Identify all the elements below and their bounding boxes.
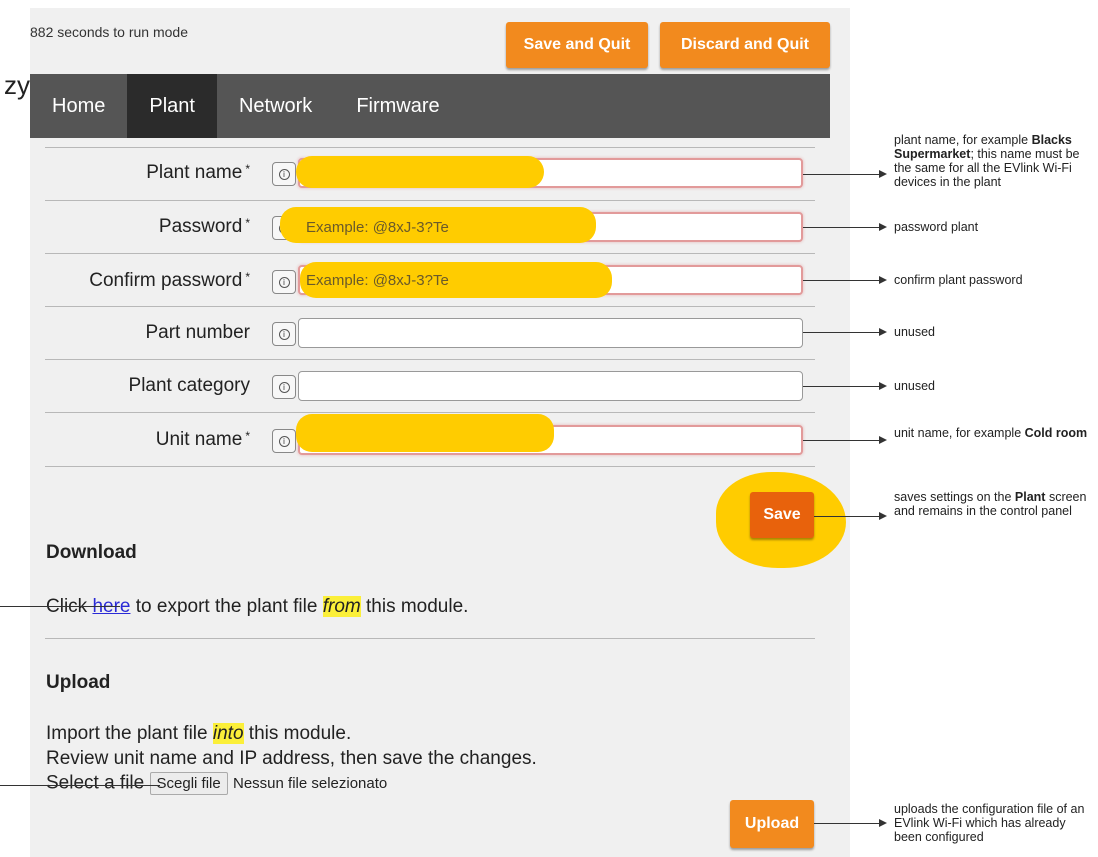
callout-upload: uploads the configuration file of an EVl… bbox=[894, 802, 1085, 844]
pointer-line bbox=[0, 606, 120, 607]
arrow-head-icon bbox=[879, 170, 887, 178]
plant-name-info-icon[interactable]: i bbox=[272, 162, 296, 186]
discard-and-quit-button[interactable]: Discard and Quit bbox=[660, 22, 830, 68]
callout-arrow bbox=[803, 174, 879, 175]
callout-confirm-password: confirm plant password bbox=[894, 273, 1023, 287]
select-file-row: Select a file Scegli file Nessun file se… bbox=[46, 772, 387, 795]
callout-unit-name: unit name, for example Cold room bbox=[894, 426, 1088, 440]
callout-arrow bbox=[814, 516, 879, 517]
tab-plant[interactable]: Plant bbox=[127, 74, 217, 138]
plant-category-label: Plant category bbox=[128, 375, 250, 396]
callout-arrow bbox=[803, 440, 879, 441]
divider bbox=[45, 253, 815, 254]
divider bbox=[45, 466, 815, 467]
part-number-input[interactable] bbox=[298, 318, 803, 348]
divider bbox=[45, 359, 815, 360]
confirm-password-info-icon[interactable]: i bbox=[272, 270, 296, 294]
divider bbox=[45, 306, 815, 307]
arrow-head-icon bbox=[879, 223, 887, 231]
download-text: Click here to export the plant file from… bbox=[46, 596, 469, 617]
arrow-head-icon bbox=[879, 819, 887, 827]
upload-heading: Upload bbox=[46, 672, 111, 693]
arrow-head-icon bbox=[879, 276, 887, 284]
choose-file-button[interactable]: Scegli file bbox=[149, 772, 228, 795]
callout-arrow bbox=[814, 823, 879, 824]
pointer-line bbox=[0, 785, 160, 786]
arrow-head-icon bbox=[879, 436, 887, 444]
save-button[interactable]: Save bbox=[750, 492, 814, 538]
callout-arrow bbox=[803, 332, 879, 333]
download-heading: Download bbox=[46, 542, 137, 563]
callout-arrow bbox=[803, 280, 879, 281]
divider bbox=[45, 147, 815, 148]
plant-category-info-icon[interactable]: i bbox=[272, 375, 296, 399]
plant-category-input[interactable] bbox=[298, 371, 803, 401]
password-label: Password * bbox=[158, 216, 250, 237]
upload-button[interactable]: Upload bbox=[730, 800, 814, 848]
divider bbox=[45, 200, 815, 201]
upload-text-line1: Import the plant file into this module. bbox=[46, 723, 352, 744]
arrow-head-icon bbox=[879, 328, 887, 336]
part-number-info-icon[interactable]: i bbox=[272, 322, 296, 346]
tab-home[interactable]: Home bbox=[30, 74, 127, 138]
upload-text-line2: Review unit name and IP address, then sa… bbox=[46, 748, 537, 769]
highlight-marker bbox=[296, 156, 544, 188]
tab-firmware[interactable]: Firmware bbox=[334, 74, 461, 138]
run-mode-countdown: 882 seconds to run mode bbox=[30, 24, 188, 40]
divider bbox=[45, 638, 815, 639]
callout-arrow bbox=[803, 227, 879, 228]
confirm-password-placeholder: Example: @8xJ-3?Te bbox=[306, 272, 449, 289]
file-status: Nessun file selezionato bbox=[233, 775, 388, 792]
unit-name-label: Unit name * bbox=[155, 429, 250, 450]
part-number-label: Part number bbox=[145, 322, 250, 343]
select-file-label: Select a file bbox=[46, 772, 145, 794]
plant-name-label: Plant name * bbox=[146, 162, 250, 183]
unit-name-info-icon[interactable]: i bbox=[272, 429, 296, 453]
highlight-marker bbox=[296, 414, 554, 452]
callout-plant-category: unused bbox=[894, 379, 936, 393]
save-and-quit-button[interactable]: Save and Quit bbox=[506, 22, 648, 68]
confirm-password-label: Confirm password * bbox=[89, 270, 250, 291]
callout-plant-name: plant name, for example Blacks Supermark… bbox=[894, 133, 1080, 189]
callout-part-number: unused bbox=[894, 325, 936, 339]
clipped-text: zy bbox=[4, 70, 30, 100]
callout-arrow bbox=[803, 386, 879, 387]
arrow-head-icon bbox=[879, 382, 887, 390]
callout-save: saves settings on the Plant screen and r… bbox=[894, 490, 1087, 518]
arrow-head-icon bbox=[879, 512, 887, 520]
callout-password: password plant bbox=[894, 220, 979, 234]
password-placeholder: Example: @8xJ-3?Te bbox=[306, 219, 449, 236]
nav-bar: Home Plant Network Firmware bbox=[30, 74, 830, 138]
tab-network[interactable]: Network bbox=[217, 74, 334, 138]
divider bbox=[45, 412, 815, 413]
